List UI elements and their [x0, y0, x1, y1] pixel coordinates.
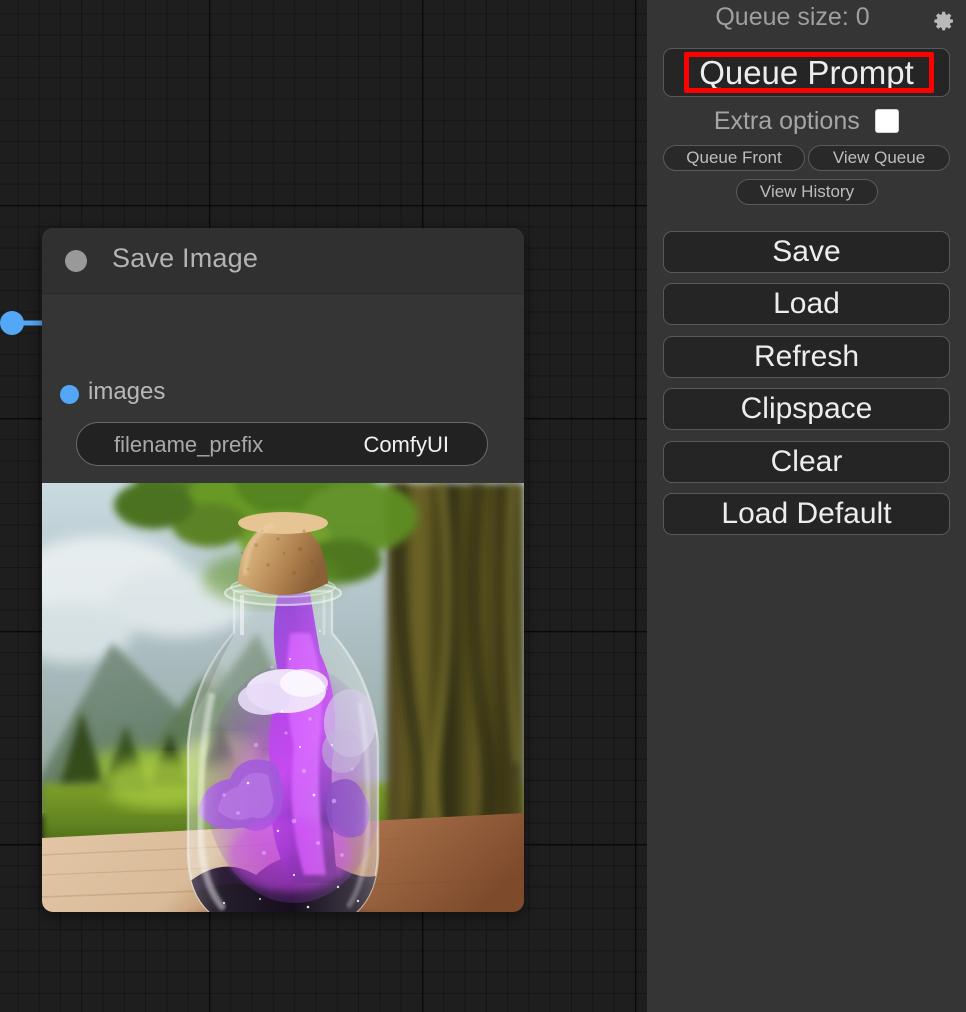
queue-front-button[interactable]: Queue Front — [663, 145, 805, 171]
gear-icon[interactable] — [928, 6, 954, 32]
load-button[interactable]: Load — [663, 283, 950, 325]
extra-options-checkbox[interactable] — [875, 108, 900, 133]
input-slot-label-images: images — [88, 378, 166, 405]
widget-filename-prefix-value: ComfyUI — [363, 432, 449, 457]
clipspace-button[interactable]: Clipspace — [663, 388, 950, 430]
widget-filename-prefix[interactable]: filename_prefix ComfyUI — [76, 422, 488, 466]
comfy-menu-sidebar: Queue size: 0 Queue Prompt Extra options… — [647, 0, 966, 1012]
input-slot-dot-images[interactable] — [60, 385, 79, 404]
view-queue-button[interactable]: View Queue — [808, 145, 950, 171]
clear-button[interactable]: Clear — [663, 441, 950, 483]
node-body: images filename_prefix ComfyUI — [42, 294, 524, 912]
view-history-button[interactable]: View History — [736, 179, 878, 205]
extra-options-label: Extra options — [713, 107, 860, 135]
node-preview-image[interactable] — [42, 483, 524, 912]
queue-prompt-button[interactable]: Queue Prompt — [663, 48, 950, 97]
extra-options-row: Extra options — [647, 107, 966, 139]
workflow-canvas[interactable]: Save Image images filename_prefix ComfyU… — [0, 0, 647, 1012]
refresh-button[interactable]: Refresh — [663, 336, 950, 378]
save-button[interactable]: Save — [663, 231, 950, 273]
queue-size-row: Queue size: 0 — [647, 0, 966, 36]
queue-size-label: Queue size: 0 — [715, 3, 870, 31]
load-default-button[interactable]: Load Default — [663, 493, 950, 535]
queue-prompt-wrapper: Queue Prompt — [663, 48, 950, 97]
node-save-image[interactable]: Save Image images filename_prefix ComfyU… — [42, 228, 524, 912]
node-collapse-dot[interactable] — [65, 250, 87, 272]
node-titlebar[interactable]: Save Image — [42, 228, 524, 294]
comfyui-app: Save Image images filename_prefix ComfyU… — [0, 0, 966, 1012]
widget-filename-prefix-label: filename_prefix — [114, 432, 264, 457]
node-title: Save Image — [112, 243, 259, 273]
